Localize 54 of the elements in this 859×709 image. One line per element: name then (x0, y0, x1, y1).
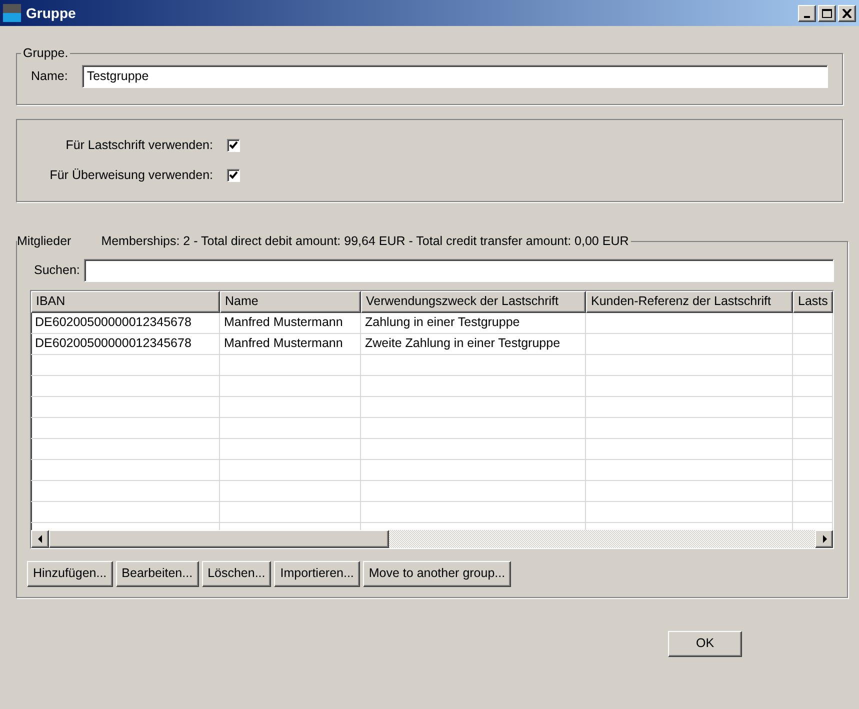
action-button[interactable]: Move to another group... (362, 560, 512, 586)
table-cell: Zahlung in einer Testgruppe (361, 312, 586, 334)
scroll-left-button[interactable] (31, 530, 49, 548)
column-header[interactable]: IBAN (31, 290, 220, 312)
maximize-icon (822, 8, 832, 18)
checkbox-label: Für Lastschrift verwenden: (66, 137, 213, 154)
action-button[interactable]: Hinzufügen... (27, 560, 113, 586)
close-icon (842, 8, 852, 18)
table-cell (793, 438, 833, 460)
search-label: Suchen: (34, 262, 80, 279)
left-arrow-icon (38, 534, 42, 542)
column-header[interactable]: Name (220, 290, 361, 312)
horizontal-scrollbar[interactable] (31, 530, 833, 548)
table-cell: DE60200500000012345678 (31, 312, 220, 334)
scrollbar-thumb[interactable] (49, 530, 389, 548)
members-legend: Mitglieder (17, 232, 72, 250)
table-cell (793, 334, 833, 354)
table-cell (793, 502, 833, 522)
table-cell (793, 376, 833, 396)
table-cell: Zweite Zahlung in einer Testgruppe (361, 334, 586, 354)
table-cell (793, 418, 833, 438)
table-cell (793, 312, 833, 334)
column-header[interactable]: Lasts (793, 290, 833, 312)
window-title: Gruppe (26, 4, 76, 23)
minimize-button[interactable] (798, 4, 816, 22)
check-icon (229, 140, 238, 150)
table-cell: Manfred Mustermann (220, 312, 361, 334)
table-cell: Manfred Mustermann (220, 334, 361, 354)
search-field[interactable] (84, 258, 834, 282)
table-cell (793, 354, 833, 376)
group-legend: Gruppe. (21, 44, 70, 63)
name-field[interactable]: Testgruppe (82, 64, 828, 88)
ok-button[interactable]: OK (668, 630, 742, 656)
right-arrow-icon (822, 534, 826, 542)
app-icon (3, 4, 21, 22)
table-cell (793, 480, 833, 502)
column-header[interactable]: Kunden-Referenz der Lastschrift (586, 290, 793, 312)
minimize-icon (804, 16, 810, 18)
table-cell (793, 396, 833, 418)
members-summary: Memberships: 2 - Total direct debit amount: 99,64 EUR - Total credit transfer amount: 0,00 EUR (101, 232, 629, 250)
close-button[interactable] (838, 4, 856, 22)
table-cell: DE60200500000012345678 (31, 334, 220, 354)
action-button[interactable]: Bearbeiten... (116, 560, 199, 586)
column-header[interactable]: Verwendungszweck der Lastschrift (361, 290, 586, 312)
scroll-right-button[interactable] (815, 530, 833, 548)
action-button[interactable]: Löschen... (202, 560, 272, 586)
maximize-button[interactable] (818, 4, 836, 22)
action-button[interactable]: Importieren... (274, 560, 360, 586)
checkbox[interactable] (227, 168, 240, 182)
checkbox-label: Für Überweisung verwenden: (50, 166, 213, 184)
name-label: Name: (31, 68, 68, 85)
checkbox[interactable] (227, 138, 240, 152)
check-icon (229, 170, 238, 180)
table-cell (793, 460, 833, 480)
